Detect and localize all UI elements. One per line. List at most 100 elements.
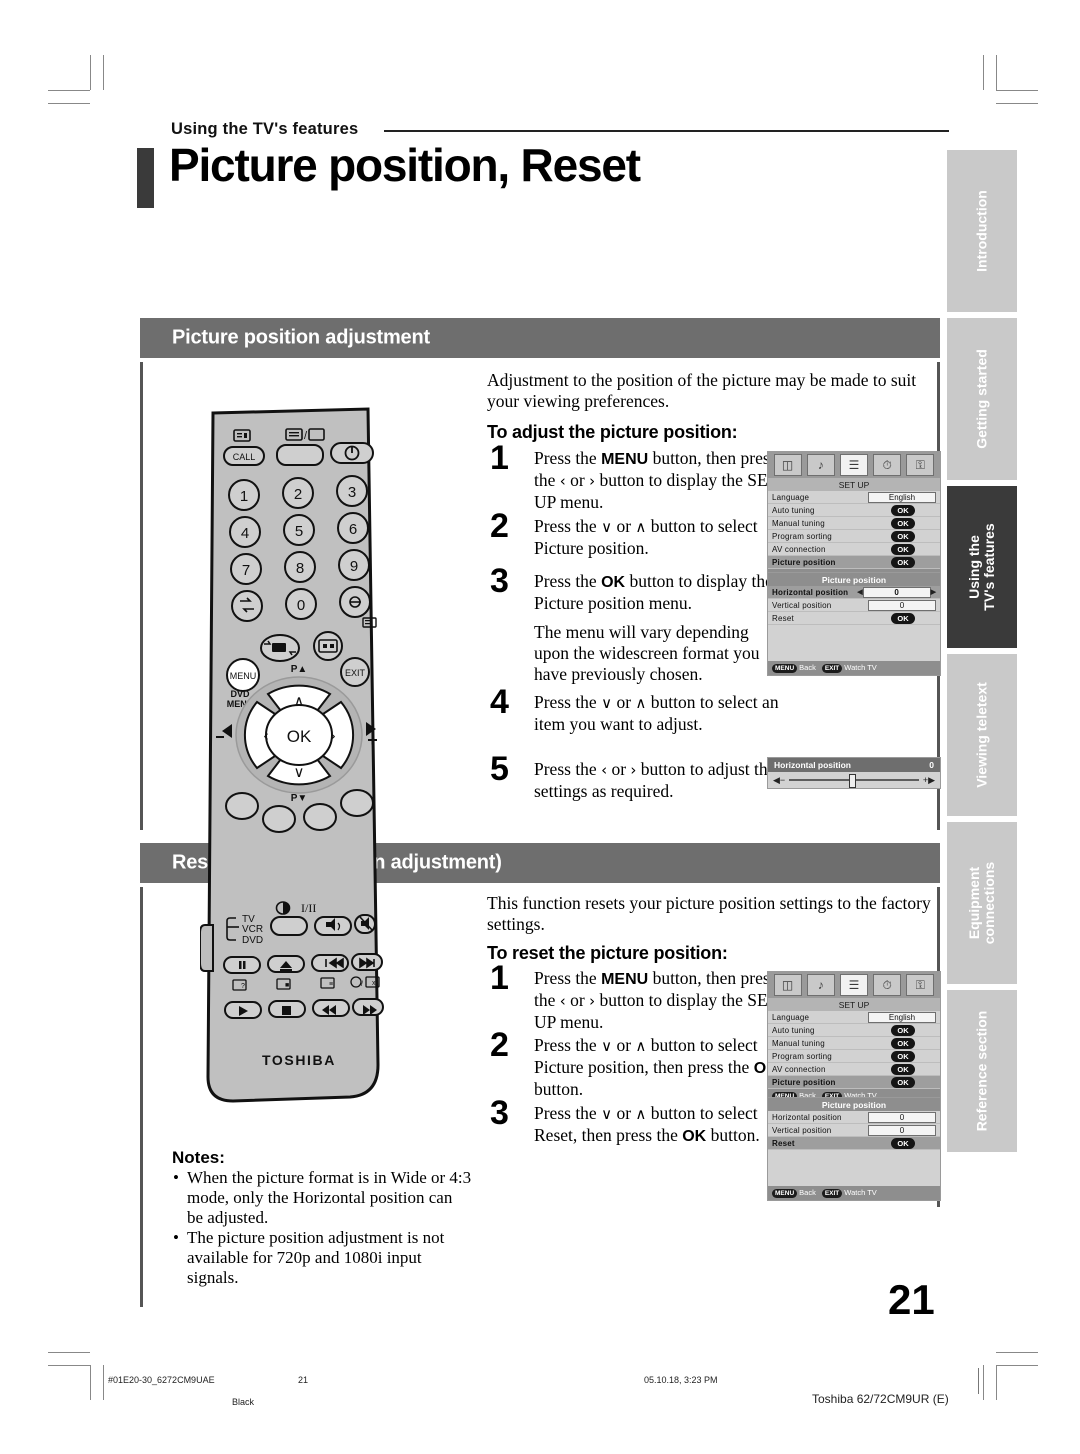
exit-action: Watch TV [844, 663, 877, 672]
notes-heading: Notes: [172, 1148, 225, 1167]
exit-action: Watch TV [844, 1188, 877, 1197]
osd-row-label: AV connection [772, 544, 826, 554]
slider-minus-icon: ◀− [773, 774, 786, 785]
svg-text:TOSHIBA: TOSHIBA [262, 1052, 336, 1068]
adjust-step-4-number: 4 [490, 683, 509, 721]
osd-row-horizontal-position[interactable]: Horizontal position ◀ 0 ▶ [768, 586, 940, 599]
sound-icon[interactable]: ♪ [806, 974, 835, 996]
svg-text:EXIT: EXIT [345, 668, 366, 678]
sidebar-tab-equipment-connections[interactable]: Equipment connections [947, 822, 1017, 984]
adjust-step-2-number: 2 [490, 507, 509, 545]
osd-icon-row: ◫ ♪ ☰ ⏱ ⚿ [768, 972, 940, 998]
osd-row-vertical-position[interactable]: Vertical position 0 [768, 599, 940, 612]
osd-blank-row [768, 1174, 940, 1186]
osd-row-reset[interactable]: Reset OK [768, 612, 940, 625]
ok-badge: OK [891, 530, 915, 542]
osd-footer: MENUBack EXITWatch TV [768, 661, 940, 675]
osd-row-label: Vertical position [772, 600, 832, 610]
crop-mark-bottom-left [48, 1340, 108, 1400]
sidebar-tab-label: Reference section [973, 1010, 990, 1132]
osd-row-program-sorting[interactable]: Program sorting OK [768, 530, 940, 543]
footer-rule [978, 1368, 979, 1394]
clock-icon[interactable]: ⏱ [873, 454, 902, 476]
osd-row-value: OK [870, 517, 936, 529]
reset-intro: This function resets your picture positi… [487, 893, 931, 934]
svg-text:≡: ≡ [329, 981, 333, 988]
ok-badge: OK [891, 517, 915, 529]
exit-keycap: EXIT [821, 664, 843, 673]
osd-row-language[interactable]: Language English [768, 1011, 940, 1024]
setup-icon[interactable]: ☰ [839, 974, 868, 996]
osd-row-value: English [868, 491, 936, 503]
sound-icon[interactable]: ♪ [806, 454, 835, 476]
osd-row-manual-tuning[interactable]: Manual tuning OK [768, 1037, 940, 1050]
adjust-step-1-number: 1 [490, 439, 509, 477]
osd-row-av-connection[interactable]: AV connection OK [768, 543, 940, 556]
reset-step-3-number: 3 [490, 1094, 509, 1132]
svg-text:6: 6 [349, 521, 357, 538]
osd-row-horizontal-position[interactable]: Horizontal position 0 [768, 1111, 940, 1124]
picture-icon[interactable]: ◫ [773, 454, 802, 476]
menu-action: Back [799, 1188, 816, 1197]
page-number: 21 [888, 1276, 935, 1323]
osd-row-label: Language [772, 492, 810, 502]
note-item: The picture position adjustment is not a… [172, 1228, 472, 1288]
osd-row-vertical-position[interactable]: Vertical position 0 [768, 1124, 940, 1137]
osd-row-reset[interactable]: Reset OK [768, 1137, 940, 1150]
osd-row-picture-position[interactable]: Picture position OK [768, 1076, 940, 1089]
slider-knob[interactable] [848, 774, 856, 788]
osd-row-av-connection[interactable]: AV connection OK [768, 1063, 940, 1076]
osd-row-value: OK [870, 530, 936, 542]
osd-row-value: OK [870, 543, 936, 555]
ok-badge: OK [891, 1076, 915, 1088]
adjust-step-4-text: Press the ∨ or ∧ button to select an ite… [534, 692, 779, 734]
svg-text:P▼: P▼ [291, 793, 308, 804]
feature-icon[interactable]: ⚿ [906, 454, 935, 476]
osd-row-language[interactable]: Language English [768, 491, 940, 504]
reset-subhead: To reset the picture position: [487, 943, 728, 963]
footer-color: Black [232, 1397, 255, 1407]
picture-icon[interactable]: ◫ [773, 974, 802, 996]
adjust-subhead: To adjust the picture position: [487, 422, 738, 442]
adjust-intro: Adjustment to the position of the pictur… [487, 370, 917, 411]
reset-step-1-number: 1 [490, 959, 509, 997]
adjust-step-5-text: Press the ‹ or › button to adjust the se… [534, 759, 776, 801]
remote-control-illustration: CALL / 123 4 5 6 7 8 9 0 MENU DVD MENU E… [199, 405, 385, 1105]
osd-menu-title: SET UP [768, 478, 940, 491]
svg-text:5: 5 [295, 523, 303, 540]
slider-control[interactable]: ◀− +▶ [768, 772, 940, 788]
osd-menu-title: Picture position [768, 573, 940, 586]
svg-text:1: 1 [240, 488, 248, 505]
sidebar-tab-viewing-teletext[interactable]: Viewing teletext [947, 654, 1017, 816]
svg-text:CALL: CALL [233, 452, 256, 462]
sidebar-tab-using-the-tvs-features[interactable]: Using the TV's features [947, 486, 1017, 648]
osd-blank-row [768, 1150, 940, 1162]
osd-row-label: Program sorting [772, 531, 832, 541]
slider-value: 0 [929, 760, 934, 770]
svg-text:■: ■ [285, 982, 289, 989]
slider-track[interactable] [789, 774, 919, 788]
osd-row-manual-tuning[interactable]: Manual tuning OK [768, 517, 940, 530]
clock-icon[interactable]: ⏱ [873, 974, 902, 996]
crop-mark-top-right [978, 55, 1038, 115]
osd-row-label: Language [772, 1012, 810, 1022]
svg-text:4: 4 [241, 525, 249, 542]
setup-icon[interactable]: ☰ [839, 454, 868, 476]
osd-row-picture-position[interactable]: Picture position OK [768, 556, 940, 569]
ok-badge: OK [891, 543, 915, 555]
osd-row-program-sorting[interactable]: Program sorting OK [768, 1050, 940, 1063]
svg-text:9: 9 [350, 558, 358, 575]
osd-row-value: OK [870, 1050, 936, 1062]
osd-row-label: Picture position [772, 1077, 836, 1087]
osd-row-auto-tuning[interactable]: Auto tuning OK [768, 1024, 940, 1037]
feature-icon[interactable]: ⚿ [906, 974, 935, 996]
sidebar-tab-reference-section[interactable]: Reference section [947, 990, 1017, 1152]
reset-step-1-text: Press the MENU button, then press the ‹ … [534, 968, 779, 1032]
sidebar-tab-getting-started[interactable]: Getting started [947, 318, 1017, 480]
osd-row-label: Manual tuning [772, 518, 825, 528]
svg-text:OK: OK [287, 727, 312, 746]
osd-row-auto-tuning[interactable]: Auto tuning OK [768, 504, 940, 517]
sidebar-tab-introduction[interactable]: Introduction [947, 150, 1017, 312]
footer-timestamp: 05.10.18, 3:23 PM [644, 1375, 718, 1385]
ok-badge: OK [891, 556, 915, 568]
